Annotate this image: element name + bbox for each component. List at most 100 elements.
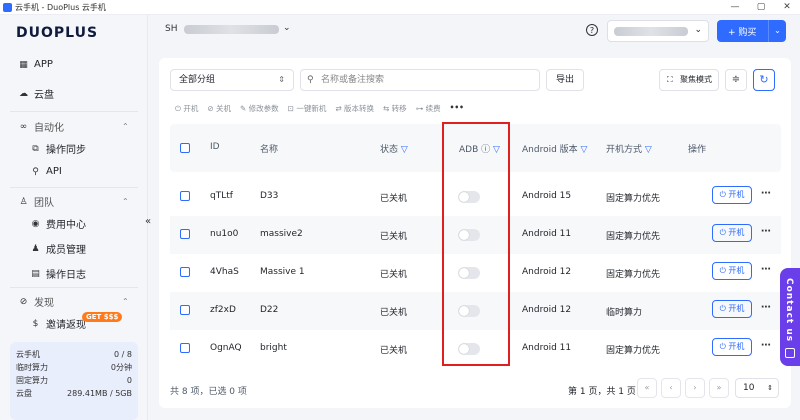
chat-icon [785,348,795,358]
sidebar-group-label: 团队 [34,198,54,209]
refresh-button[interactable]: ↻ [753,69,775,91]
row-checkbox[interactable] [180,229,190,239]
chevron-down-icon[interactable]: ⌄ [283,23,291,33]
sidebar-item-invite-cashback[interactable]: $ 邀请返现 [30,316,86,332]
more-icon[interactable]: ⋯ [761,226,771,237]
more-icon[interactable]: ⋯ [761,340,771,351]
chevron-down-icon[interactable]: ⌄ [768,20,786,42]
sidebar-item-op-log[interactable]: ▤ 操作日志 [30,266,86,282]
members-icon: ♟ [31,243,40,254]
column-settings-button[interactable]: ≑ [725,69,747,91]
column-header-boot-mode: 开机方式 ▽ [606,145,652,155]
power-off-action[interactable]: ⊘ 关机 [207,103,231,115]
edit-params-action[interactable]: ✎ 修改参数 [240,103,279,115]
transfer-action[interactable]: ⇆ 转移 [383,103,407,115]
power-on-button[interactable]: ⏻ 开机 [712,300,752,318]
last-page-button[interactable]: » [709,378,729,398]
more-icon[interactable]: ⋯ [761,188,771,199]
column-header-id: ID [210,142,220,152]
duoplus-logo[interactable]: DUOPLUS [16,25,98,41]
cell-boot-mode: 固定算力优先 [606,346,661,356]
first-page-button[interactable]: « [637,378,657,398]
search-input[interactable]: ⚲ 名称或备注搜索 [300,69,540,91]
one-click-new-action[interactable]: ⊡ 一键新机 [288,103,327,115]
help-icon[interactable]: ? [586,24,598,36]
sidebar-group-label: 自动化 [34,123,64,134]
money-icon: ◉ [31,218,40,229]
filter-icon[interactable]: ▽ [401,145,408,155]
page-size-select[interactable]: 10 ⇕ [735,378,779,398]
contact-us-label: Contact us [784,278,794,343]
chevron-up-icon: ⌃ [122,297,129,306]
power-on-button[interactable]: ⏻ 开机 [712,224,752,242]
page-info: 第 1 页，共 1 页 [568,387,636,397]
cell-android-version: Android 11 [522,229,572,239]
power-on-button[interactable]: ⏻ 开机 [712,186,752,204]
sidebar-item-app[interactable]: ▦ APP [18,59,53,70]
sidebar-group-discover[interactable]: ⊘ 发现 ⌃ [18,294,129,310]
focus-icon: ⛶ [667,75,673,84]
sidebar-item-billing[interactable]: ◉ 费用中心 [30,216,86,232]
sidebar-group-label: 发现 [34,298,54,309]
chevron-updown-icon: ⇕ [767,384,773,392]
more-icon[interactable]: ⋯ [761,264,771,275]
maximize-button[interactable]: ▢ [748,0,774,15]
renew-action[interactable]: ⊶ 续费 [416,103,441,115]
sidebar-item-label: 操作日志 [46,270,86,281]
sidebar-item-cloud-disk[interactable]: ☁ 云盘 [18,86,54,102]
cell-boot-mode: 临时算力 [606,308,643,318]
cell-android-version: Android 15 [522,191,572,201]
divider [10,187,138,188]
select-all-checkbox[interactable] [180,143,190,153]
selection-summary: 共 8 项，已选 0 项 [170,387,247,397]
sidebar-item-members[interactable]: ♟ 成员管理 [30,241,86,257]
sidebar-item-op-sync[interactable]: ⧉ 操作同步 [30,141,86,157]
row-checkbox[interactable] [180,191,190,201]
team-select[interactable]: ⌄ [607,20,709,42]
close-button[interactable]: ✕ [774,0,800,15]
next-page-button[interactable]: › [685,378,705,398]
api-icon: ⚲ [32,166,39,177]
sidebar-item-label: 费用中心 [46,220,86,231]
power-on-action[interactable]: ⏻ 开机 [175,103,198,115]
sidebar-item-api[interactable]: ⚲ API [30,166,62,177]
group-select[interactable]: 全部分组 ⇕ [170,69,294,91]
team-icon: ♙ [19,196,28,207]
contact-us-tab[interactable]: Contact us [780,268,800,366]
column-header-android-version: Android 版本 ▽ [522,145,588,155]
account-email-redacted[interactable] [184,25,279,34]
sidebar-group-team[interactable]: ♙ 团队 ⌃ [18,194,128,210]
filter-icon[interactable]: ▽ [581,145,588,155]
more-actions-icon[interactable]: ••• [450,103,464,115]
grid-icon: ▦ [19,59,28,70]
account-initials[interactable]: SH [165,24,177,34]
export-button[interactable]: 导出 [546,69,584,91]
bulk-actions-bar: ⏻ 开机 ⊘ 关机 ✎ 修改参数 ⊡ 一键新机 ⇄ 版本转换 ⇆ 转移 ⊶ 续费… [175,103,473,115]
window-title: 云手机 - DuoPlus 云手机 [15,2,106,12]
buy-button[interactable]: + 购买 ⌄ [717,20,786,42]
row-checkbox[interactable] [180,343,190,353]
sidebar-item-label: 成员管理 [46,245,86,256]
cloud-icon: ☁ [19,88,28,99]
more-icon[interactable]: ⋯ [761,302,771,313]
window-titlebar: 云手机 - DuoPlus 云手机 — ▢ ✕ [0,0,800,15]
row-checkbox[interactable] [180,305,190,315]
filter-icon[interactable]: ▽ [645,145,652,155]
version-convert-action[interactable]: ⇄ 版本转换 [335,103,374,115]
sync-icon: ⧉ [32,143,39,154]
minimize-button[interactable]: — [722,0,748,15]
power-on-button[interactable]: ⏻ 开机 [712,262,752,280]
row-checkbox[interactable] [180,267,190,277]
cell-status: 已关机 [380,308,408,318]
cell-android-version: Android 11 [522,343,572,353]
power-on-button[interactable]: ⏻ 开机 [712,338,752,356]
cell-id: zf2xD [210,305,236,315]
prev-page-button[interactable]: ‹ [661,378,681,398]
sidebar-item-label: APP [34,59,53,70]
usage-row: 云手机 0 / 8 [16,350,132,359]
sidebar-group-automation[interactable]: ∞ 自动化 ⌃ [18,119,129,135]
focus-mode-button[interactable]: ⛶ 聚焦模式 [659,69,719,91]
sliders-icon: ≑ [731,74,741,85]
cell-android-version: Android 12 [522,267,572,277]
collapse-sidebar-button[interactable]: « [145,216,151,227]
